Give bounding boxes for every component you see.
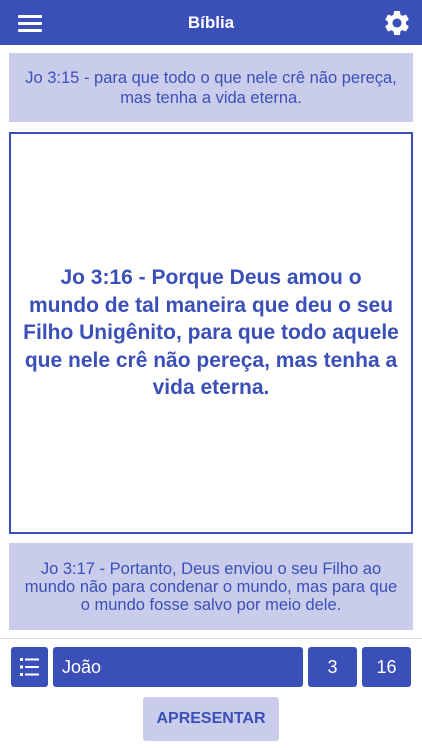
present-button[interactable]: APRESENTAR	[143, 697, 279, 741]
previous-verse-text: Jo 3:15 - para que todo o que nele crê n…	[25, 68, 397, 107]
chapter-selector[interactable]: 3	[308, 647, 357, 687]
page-title: Bíblia	[187, 12, 235, 32]
next-verse-text: Jo 3:17 - Portanto, Deus enviou o seu Fi…	[24, 559, 398, 614]
current-verse-text: Jo 3:16 - Porque Deus amou o mundo de ta…	[23, 266, 399, 400]
present-button-label: APRESENTAR	[156, 710, 266, 727]
app-bar: Bíblia	[0, 0, 422, 45]
next-verse-card[interactable]: Jo 3:17 - Portanto, Deus enviou o seu Fi…	[9, 543, 413, 630]
book-name: João	[62, 656, 102, 677]
menu-icon[interactable]	[18, 13, 44, 33]
verse-number: 16	[376, 656, 397, 677]
book-selector[interactable]: João	[53, 647, 303, 687]
verse-selector[interactable]: 16	[362, 647, 411, 687]
chapter-number: 3	[327, 656, 338, 677]
list-icon[interactable]	[11, 647, 48, 687]
divider	[0, 638, 422, 639]
previous-verse-card[interactable]: Jo 3:15 - para que todo o que nele crê n…	[9, 53, 413, 122]
gear-icon[interactable]	[382, 8, 412, 38]
current-verse-card: Jo 3:16 - Porque Deus amou o mundo de ta…	[9, 132, 413, 534]
